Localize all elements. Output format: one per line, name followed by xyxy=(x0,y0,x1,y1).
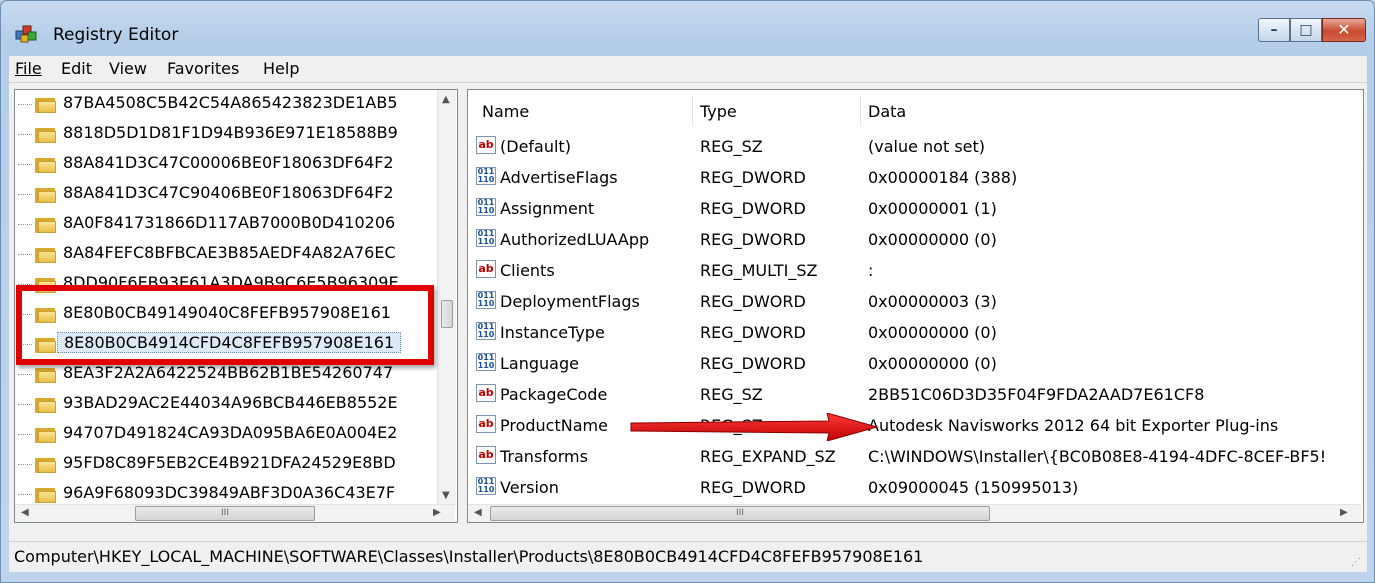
value-row[interactable]: 011 110 Version REG_DWORD 0x09000045 (150995… xyxy=(468,475,1363,506)
binary-dword-icon: 011 110 xyxy=(476,198,496,216)
resize-grip-icon[interactable]: ⋰ xyxy=(1351,557,1363,569)
tree-item-label: 96A9F68093DC39849ABF3D0A36C43E7F xyxy=(63,483,396,502)
value-row[interactable]: 011 110 AuthorizedLUAApp REG_DWORD 0x0000000… xyxy=(468,227,1363,258)
value-row[interactable]: abProductNameREG_SZAutodesk Navisworks 2… xyxy=(468,413,1363,444)
scroll-thumb[interactable]: III xyxy=(135,506,315,521)
tree-item[interactable]: 95FD8C89F5EB2CE4B921DFA24529E8BD xyxy=(15,450,435,480)
menu-help[interactable]: Help xyxy=(263,59,299,78)
close-icon: ✕ xyxy=(1337,20,1351,39)
tree-item-label: 93BAD29AC2E44034A96BCB446EB8552E xyxy=(63,393,398,412)
value-row[interactable]: ab Clients REG_MULTI_SZ: xyxy=(468,258,1363,289)
tree-item-label: 94707D491824CA93DA095BA6E0A004E2 xyxy=(63,423,398,442)
status-path: Computer\HKEY_LOCAL_MACHINE\SOFTWARE\Cla… xyxy=(14,547,924,566)
tree-vertical-scrollbar[interactable]: ▲ ▼ xyxy=(437,90,456,508)
folder-icon xyxy=(35,426,57,444)
tree-item[interactable]: 88A841D3C47C90406BE0F18063DF64F2 xyxy=(15,180,435,210)
tree-item[interactable]: 88A841D3C47C00006BE0F18063DF64F2 xyxy=(15,150,435,180)
close-button[interactable]: ✕ xyxy=(1322,18,1366,42)
binary-dword-icon: 011 110 xyxy=(476,477,496,495)
binary-dword-icon: 011 110 xyxy=(476,353,496,371)
folder-icon xyxy=(35,396,57,414)
value-row[interactable]: 011 110 InstanceType REG_DWORD 0x00000000 (0… xyxy=(468,320,1363,351)
folder-icon xyxy=(35,366,57,384)
tree-item-label: 8A84FEFC8BFBCAE3B85AEDF4A82A76EC xyxy=(63,243,396,262)
value-row[interactable]: ab (Default) REG_SZ (value not set) xyxy=(468,134,1363,165)
value-row[interactable]: ab PackageCode REG_SZ 2BB51C06D3D35F04F9FDA… xyxy=(468,382,1363,413)
column-header-data[interactable]: Data xyxy=(868,102,906,121)
red-arrow-icon xyxy=(630,413,879,441)
value-row[interactable]: 011 110 Language REG_DWORD 0x00000000 (0) xyxy=(468,351,1363,382)
minimize-icon: – xyxy=(1270,22,1278,38)
scroll-right-icon[interactable]: ▶ xyxy=(1340,507,1348,518)
tree-item[interactable]: 8818D5D1D81F1D94B936E971E18588B9 xyxy=(15,120,435,150)
scroll-left-icon[interactable]: ◀ xyxy=(21,507,29,518)
title-bar[interactable]: Registry Editor – □ ✕ xyxy=(1,1,1374,53)
tree-item-label: 87BA4508C5B42C54A865423823DE1AB5 xyxy=(63,93,398,112)
ab-string-icon: ab xyxy=(476,384,496,402)
scroll-thumb[interactable]: III xyxy=(490,506,990,521)
scroll-right-icon[interactable]: ▶ xyxy=(433,507,441,518)
folder-icon xyxy=(35,216,57,234)
value-row[interactable]: ab Transforms REG_EXPAND_SZ C:\WINDOWS\Inst… xyxy=(468,444,1363,475)
tree-item[interactable]: 8A84FEFC8BFBCAE3B85AEDF4A82A76EC xyxy=(15,240,435,270)
minimize-button[interactable]: – xyxy=(1258,18,1290,42)
folder-icon xyxy=(35,156,57,174)
folder-icon xyxy=(35,126,57,144)
ab-string-icon: ab xyxy=(476,446,496,464)
registry-values-list[interactable]: Name Type Data ab (Default) REG_SZ (value n… xyxy=(467,89,1364,523)
highlight-box xyxy=(16,285,434,365)
folder-icon xyxy=(35,96,57,114)
value-row[interactable]: 011 110 DeploymentFlags REG_DWORD 0x00000003… xyxy=(468,289,1363,320)
binary-dword-icon: 011 110 xyxy=(476,229,496,247)
ab-string-icon: ab xyxy=(476,260,496,278)
column-header-name[interactable]: Name xyxy=(482,102,529,121)
tree-item[interactable]: 87BA4508C5B42C54A865423823DE1AB5 xyxy=(15,90,435,120)
tree-item[interactable]: 93BAD29AC2E44034A96BCB446EB8552E xyxy=(15,390,435,420)
value-row[interactable]: 011 110 Assignment REG_DWORD 0x00000001 (1) xyxy=(468,196,1363,227)
tree-item-label: 8EA3F2A2A6422524BB62B1BE54260747 xyxy=(63,363,394,382)
tree-item-label: 8A0F841731866D117AB7000B0D410206 xyxy=(63,213,396,232)
menu-view[interactable]: View xyxy=(109,59,147,78)
folder-icon xyxy=(35,186,57,204)
tree-item[interactable]: 8A0F841731866D117AB7000B0D410206 xyxy=(15,210,435,240)
status-bar: Computer\HKEY_LOCAL_MACHINE\SOFTWARE\Cla… xyxy=(9,541,1367,572)
tree-item-label: 8818D5D1D81F1D94B936E971E18588B9 xyxy=(63,123,398,142)
tree-item-label: 88A841D3C47C90406BE0F18063DF64F2 xyxy=(63,183,394,202)
ab-string-icon: ab xyxy=(476,136,496,154)
window-title: Registry Editor xyxy=(53,25,179,45)
registry-editor-window: Registry Editor – □ ✕ File Edit View Fav… xyxy=(0,0,1375,583)
maximize-button[interactable]: □ xyxy=(1290,18,1322,42)
menu-file[interactable]: File xyxy=(15,59,42,78)
registry-cubes-icon xyxy=(15,25,37,43)
folder-icon xyxy=(35,246,57,264)
value-row[interactable]: 011 110 AdvertiseFlags REG_DWORD 0x00000184 … xyxy=(468,165,1363,196)
menu-edit[interactable]: Edit xyxy=(61,59,92,78)
column-header-type[interactable]: Type xyxy=(700,102,737,121)
list-horizontal-scrollbar[interactable]: ◀ III ▶ xyxy=(468,504,1362,522)
tree-item[interactable]: 94707D491824CA93DA095BA6E0A004E2 xyxy=(15,420,435,450)
scroll-left-icon[interactable]: ◀ xyxy=(474,507,482,518)
ab-string-icon: ab xyxy=(476,415,496,433)
binary-dword-icon: 011 110 xyxy=(476,167,496,185)
binary-dword-icon: 011 110 xyxy=(476,291,496,309)
folder-icon xyxy=(35,456,57,474)
tree-item-label: 88A841D3C47C00006BE0F18063DF64F2 xyxy=(63,153,394,172)
binary-dword-icon: 011 110 xyxy=(476,322,496,340)
scroll-up-icon[interactable]: ▲ xyxy=(442,94,450,105)
tree-item-label: 95FD8C89F5EB2CE4B921DFA24529E8BD xyxy=(63,453,396,472)
menu-bar: File Edit View Favorites Help xyxy=(9,56,1367,83)
scroll-down-icon[interactable]: ▼ xyxy=(442,490,450,501)
folder-icon xyxy=(35,486,57,504)
tree-horizontal-scrollbar[interactable]: ◀ III ▶ xyxy=(15,504,455,522)
maximize-icon: □ xyxy=(1299,22,1313,38)
scroll-thumb[interactable] xyxy=(441,300,453,328)
menu-favorites[interactable]: Favorites xyxy=(167,59,239,78)
